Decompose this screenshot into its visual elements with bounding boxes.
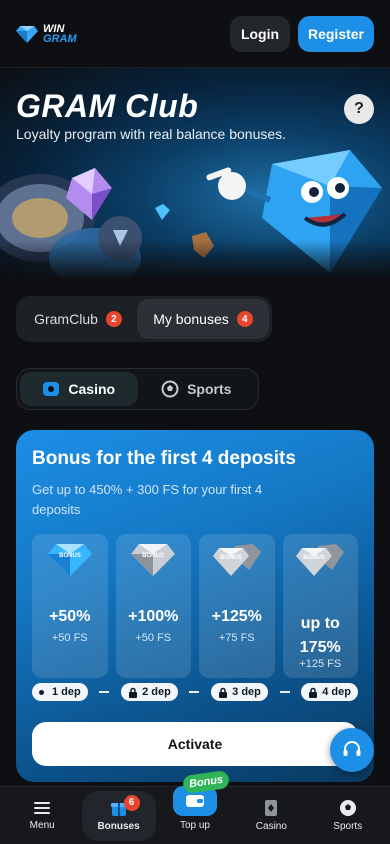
deposit-step-label: 2 dep xyxy=(142,686,171,698)
logo-text: WIN GRAM xyxy=(43,22,77,45)
tile-free-spins: +125 FS xyxy=(299,658,342,670)
blue-diamond-icon: BONUS xyxy=(47,544,92,576)
nav-top-up-label: Top up xyxy=(179,820,210,831)
category-sports[interactable]: Sports xyxy=(138,372,256,406)
bonus-card-title: Bonus for the first 4 deposits xyxy=(32,448,296,469)
logo-text-win: WIN xyxy=(43,22,65,35)
nav-sports[interactable]: Sports xyxy=(311,791,385,841)
diamond-logo-icon xyxy=(16,25,38,43)
register-button[interactable]: Register xyxy=(298,15,374,52)
menu-icon xyxy=(34,802,51,814)
tab-gramclub-badge: 2 xyxy=(105,311,122,327)
lock-icon xyxy=(309,687,318,698)
wallet-icon xyxy=(186,795,204,807)
deposit-step: 2 dep xyxy=(121,683,178,701)
support-button[interactable] xyxy=(330,728,374,772)
bonus-card: Bonus for the first 4 deposits Get up to… xyxy=(16,430,374,782)
nav-bonuses[interactable]: 6 Bonuses xyxy=(81,790,156,841)
nav-bonuses-label: Bonuses xyxy=(97,821,140,832)
silver-diamonds-icon: BONUS xyxy=(296,544,345,576)
tile-free-spins: +50 FS xyxy=(51,632,88,644)
bonus-tiles: BONUS +50% +50 FS BONUS +100% +50 FS BON… xyxy=(32,534,358,678)
tile-percent: +100% xyxy=(128,608,179,625)
bonus-tile: BONUS +50% +50 FS xyxy=(32,534,108,678)
tab-gramclub-label: GramClub xyxy=(34,311,98,327)
bonus-card-subtitle: Get up to 450% + 300 FS for your first 4… xyxy=(32,482,263,517)
soccer-ball-icon xyxy=(161,380,179,398)
lock-icon xyxy=(129,687,138,698)
hero-title: GRAM Club xyxy=(16,88,199,124)
silver-diamond-icon: BONUS xyxy=(131,544,176,576)
tab-gramclub[interactable]: GramClub 2 xyxy=(19,299,137,339)
deposit-step-label: 1 dep xyxy=(52,686,81,698)
tab-my-bonuses-badge: 4 xyxy=(236,311,253,327)
hero-banner: GRAM Club Loyalty program with real bala… xyxy=(0,68,390,280)
deposit-step-label: 3 dep xyxy=(232,686,261,698)
bonus-tile: BONUS up to 175% +125 FS xyxy=(282,534,358,678)
bonus-tile: BONUS +125% +75 FS xyxy=(199,534,275,678)
category-switch: Casino Sports xyxy=(16,368,259,410)
lock-icon xyxy=(219,687,228,698)
step-connector xyxy=(279,691,290,693)
bonus-tile: BONUS +100% +50 FS xyxy=(115,534,191,678)
nav-menu-label: Menu xyxy=(29,820,55,831)
tile-gem-label: BONUS xyxy=(142,553,164,559)
nav-casino-label: Casino xyxy=(255,821,287,832)
step-connector xyxy=(99,691,110,693)
headset-icon xyxy=(343,741,361,756)
current-dot-icon xyxy=(39,689,44,695)
logo[interactable]: WIN GRAM xyxy=(16,22,77,45)
deposit-step: 3 dep xyxy=(211,683,268,701)
deposit-step: 1 dep xyxy=(32,683,88,701)
tile-percent: +50% xyxy=(49,608,91,625)
deposit-step: 4 dep xyxy=(301,683,358,701)
tab-my-bonuses-label: My bonuses xyxy=(153,311,229,327)
soccer-ball-icon xyxy=(339,800,356,816)
deposit-steps: 1 dep 2 dep 3 dep 4 dep xyxy=(32,683,358,701)
silver-diamonds-icon: BONUS xyxy=(212,544,261,576)
tile-percent: up to 175% xyxy=(299,615,341,656)
hero-subtitle: Loyalty program with real balance bonuse… xyxy=(16,126,287,142)
nav-bonuses-badge: 6 xyxy=(123,794,140,811)
tile-percent: +125% xyxy=(211,608,262,625)
step-connector xyxy=(189,691,200,693)
cards-icon xyxy=(265,800,278,816)
header-actions: Login Register xyxy=(230,15,374,52)
login-button[interactable]: Login xyxy=(230,15,290,52)
nav-casino[interactable]: Casino xyxy=(234,791,308,841)
tile-free-spins: +75 FS xyxy=(218,632,255,644)
tab-my-bonuses[interactable]: My bonuses 4 xyxy=(137,299,269,339)
category-casino[interactable]: Casino xyxy=(20,372,138,406)
category-casino-label: Casino xyxy=(68,381,116,397)
casino-icon xyxy=(43,382,60,396)
hero-fade xyxy=(0,240,390,280)
deposit-step-label: 4 dep xyxy=(322,686,351,698)
nav-sports-label: Sports xyxy=(333,821,363,832)
tile-gem-label: BONUS xyxy=(303,555,325,561)
logo-text-gram: GRAM xyxy=(43,32,77,45)
help-button[interactable]: ? xyxy=(344,94,374,124)
tile-free-spins: +50 FS xyxy=(135,632,172,644)
activate-button[interactable]: Activate xyxy=(32,722,358,766)
tile-gem-label: BONUS xyxy=(220,555,242,561)
category-sports-label: Sports xyxy=(187,381,232,397)
header: WIN GRAM Login Register xyxy=(0,0,390,68)
tile-gem-label: BONUS xyxy=(59,553,81,559)
nav-menu[interactable]: Menu xyxy=(5,791,79,841)
bonus-tabs: GramClub 2 My bonuses 4 xyxy=(16,296,272,342)
